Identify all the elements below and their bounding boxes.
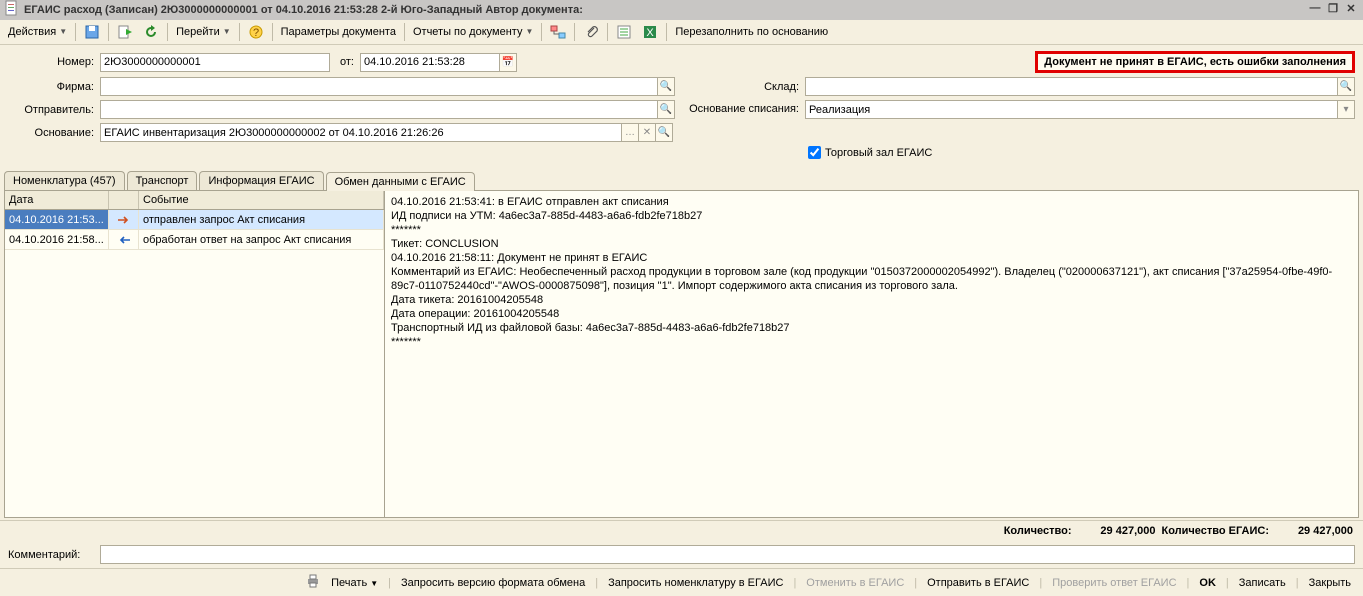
check-answer-button: Проверить ответ ЕГАИС [1048,575,1180,591]
qty-egais-label: Количество ЕГАИС: [1161,525,1269,537]
tab-bar: Номенклатура (457) Транспорт Информация … [4,171,1359,191]
trade-hall-label: Торговый зал ЕГАИС [825,147,932,159]
firm-label: Фирма: [8,81,100,93]
log-panel[interactable]: 04.10.2016 21:53:41: в ЕГАИС отправлен а… [385,191,1358,517]
warehouse-label: Склад: [675,81,805,93]
basis-input[interactable] [100,123,622,142]
close-button[interactable]: Закрыть [1305,575,1355,591]
save-icon-button[interactable] [80,22,104,42]
main-toolbar: Действия▼ Перейти▼ ? Параметры документа… [0,20,1363,46]
tab-nomenclature[interactable]: Номенклатура (457) [4,171,125,190]
error-banner: Документ не принят в ЕГАИС, есть ошибки … [1035,51,1355,73]
sender-label: Отправитель: [8,104,100,116]
firm-lookup-button[interactable]: 🔍 [657,77,675,96]
number-label: Номер: [8,56,100,68]
tab-exchange-body: Дата Событие 04.10.2016 21:53... отправл… [4,191,1359,518]
col-date[interactable]: Дата [5,191,109,209]
print-button[interactable]: Печать ▼ [327,575,382,591]
comment-label: Комментарий: [8,549,100,561]
qty-label: Количество: [1004,525,1072,537]
request-nomenclature-button[interactable]: Запросить номенклатуру в ЕГАИС [604,575,787,591]
excel-icon-button[interactable]: X [638,22,662,42]
cancel-egais-button: Отменить в ЕГАИС [802,575,908,591]
qty-value: 29 427,000 [1077,525,1155,537]
svg-text:?: ? [253,27,259,39]
refresh-icon-button[interactable] [139,22,163,42]
col-event[interactable]: Событие [139,191,384,209]
writeoff-basis-input[interactable] [805,100,1338,119]
run-icon-button[interactable] [113,22,137,42]
go-menu[interactable]: Перейти▼ [172,22,235,42]
arrow-left-icon [109,230,139,249]
print-icon [305,573,321,592]
minimize-button[interactable]: — [1307,2,1323,18]
sender-input[interactable] [100,100,658,119]
doc-icon [4,0,20,19]
date-picker-button[interactable]: 📅 [499,53,517,72]
doc-params-button[interactable]: Параметры документа [277,22,400,42]
tab-transport[interactable]: Транспорт [127,171,198,190]
save-button[interactable]: Записать [1235,575,1290,591]
title-bar: ЕГАИС расход (Записан) 2Ю3000000000001 о… [0,0,1363,20]
attach-icon-button[interactable] [579,22,603,42]
list-icon-button[interactable] [612,22,636,42]
svg-text:X: X [647,27,655,39]
footer-stats: Количество: 29 427,000 Количество ЕГАИС:… [0,520,1363,541]
close-window-button[interactable]: ✕ [1343,2,1359,18]
qty-egais-value: 29 427,000 [1275,525,1353,537]
actions-menu[interactable]: Действия▼ [4,22,71,42]
action-bar: Печать ▼ | Запросить версию формата обме… [0,568,1363,596]
form-area: Номер: от: 📅 Документ не принят в ЕГАИС,… [0,45,1363,165]
basis-clear-button[interactable]: ✕ [638,123,656,142]
arrow-right-icon [109,210,139,229]
from-label: от: [330,56,360,68]
basis-search-button[interactable]: 🔍 [655,123,673,142]
maximize-button[interactable]: ❐ [1325,2,1341,18]
table-row[interactable]: 04.10.2016 21:58... обработан ответ на з… [5,230,384,250]
tab-egais-info[interactable]: Информация ЕГАИС [199,171,323,190]
warehouse-input[interactable] [805,77,1338,96]
number-input[interactable] [100,53,330,72]
col-icon [109,191,139,209]
window-title: ЕГАИС расход (Записан) 2Ю3000000000001 о… [24,4,583,16]
writeoff-basis-dd-button[interactable]: ▾ [1337,100,1355,119]
request-version-button[interactable]: Запросить версию формата обмена [397,575,589,591]
event-grid: Дата Событие 04.10.2016 21:53... отправл… [5,191,385,517]
basis-select-button[interactable]: … [621,123,639,142]
struct-icon-button[interactable] [546,22,570,42]
from-date-input[interactable] [360,53,500,72]
table-row[interactable]: 04.10.2016 21:53... отправлен запрос Акт… [5,210,384,230]
comment-input[interactable] [100,545,1355,564]
writeoff-basis-label: Основание списания: [675,104,805,115]
send-egais-button[interactable]: Отправить в ЕГАИС [923,575,1033,591]
help-icon-button[interactable]: ? [244,22,268,42]
doc-reports-menu[interactable]: Отчеты по документу▼ [409,22,537,42]
trade-hall-checkbox[interactable] [808,146,821,159]
sender-lookup-button[interactable]: 🔍 [657,100,675,119]
tab-exchange[interactable]: Обмен данными с ЕГАИС [326,172,475,191]
firm-input[interactable] [100,77,658,96]
warehouse-lookup-button[interactable]: 🔍 [1337,77,1355,96]
ok-button[interactable]: OK [1195,575,1220,591]
refill-button[interactable]: Перезаполнить по основанию [671,22,832,42]
basis-label: Основание: [8,127,100,139]
